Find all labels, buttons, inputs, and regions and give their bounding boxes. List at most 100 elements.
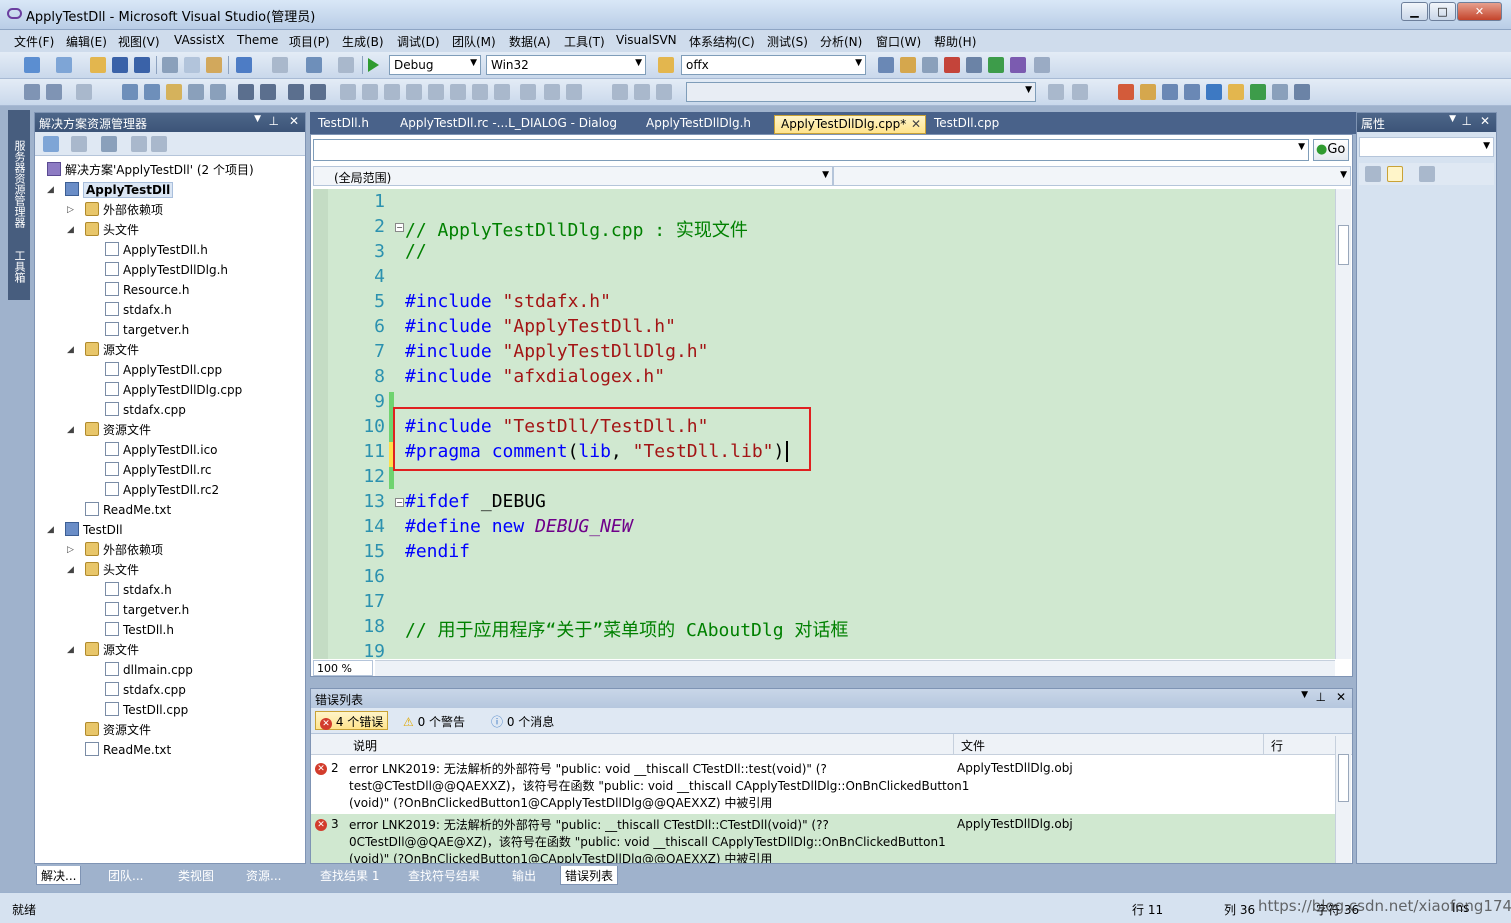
close-icon[interactable]: ✕ [1336,690,1346,704]
decrease-indent-icon[interactable] [238,84,254,100]
column-file[interactable]: 文件 [961,737,985,754]
tree-solution[interactable]: 解决方案'ApplyTestDll' (2 个项目) [47,161,254,181]
collapse-icon[interactable]: ◢ [67,645,74,655]
tab-resource-view[interactable]: 资源... [242,866,285,885]
tree-item[interactable]: ReadMe.txt [85,501,171,521]
bookmark-icon[interactable] [340,84,356,100]
tab-testdll-h[interactable]: TestDll.h [312,115,375,134]
tree-item[interactable]: targetver.h [105,601,189,621]
tab-applytestdlldlg-h[interactable]: ApplyTestDllDlg.h [640,115,757,134]
extension-manager-icon[interactable] [1010,57,1026,73]
close-icon[interactable]: ✕ [289,114,299,128]
start-page-icon[interactable] [988,57,1004,73]
toolbar-icon-18[interactable] [1072,84,1088,100]
tree-item[interactable]: stdafx.cpp [105,401,186,421]
properties-icon[interactable] [922,57,938,73]
pin-icon[interactable]: ⊥ [269,114,279,128]
dropdown-icon[interactable]: ▼ [1301,690,1308,700]
scrollbar-thumb[interactable] [1338,754,1349,802]
scope-dropdown[interactable]: (全局范围) ▼ [313,166,833,186]
tree-item[interactable]: 资源文件 [85,421,151,441]
comment-icon[interactable] [288,84,304,100]
save-all-icon[interactable] [134,57,150,73]
arrow-down-icon[interactable] [544,84,560,100]
close-icon[interactable]: ✕ [911,117,921,131]
va-icon-4[interactable] [1184,84,1200,100]
tree-item[interactable]: ApplyTestDll.h [105,241,208,261]
tree-item[interactable]: TestDll.h [105,621,174,641]
toolbar-icon-12[interactable] [494,84,510,100]
tree-item[interactable]: TestDll.cpp [105,701,188,721]
copy-icon[interactable] [184,57,200,73]
toolbar-icon-11[interactable] [472,84,488,100]
menu-test[interactable]: 测试(S) [767,33,808,50]
dropdown-icon[interactable]: ▼ [254,114,261,124]
tree-item[interactable]: 头文件 [85,561,139,581]
expand-icon[interactable]: ▷ [67,545,74,555]
tab-applytestdlldlg-cpp[interactable]: ApplyTestDllDlg.cpp* ✕ [774,115,926,134]
va-icon-5[interactable] [1206,84,1222,100]
undo-icon[interactable] [236,57,252,73]
tree-item[interactable]: 外部依赖项 [85,201,163,221]
tree-item[interactable]: ApplyTestDllDlg.cpp [105,381,242,401]
toolbox-tab[interactable]: 工具箱 [11,250,27,283]
va-icon-1[interactable] [1118,84,1134,100]
tree-project-applytestdll[interactable]: ApplyTestDll [65,181,174,201]
scrollbar-thumb[interactable] [1338,225,1349,265]
va-icon-3[interactable] [1162,84,1178,100]
categorized-icon[interactable] [1365,166,1381,182]
menu-edit[interactable]: 编辑(E) [66,33,107,50]
increase-indent-icon[interactable] [260,84,276,100]
menu-file[interactable]: 文件(F) [14,33,54,50]
maximize-button[interactable]: □ [1429,2,1456,21]
find-in-files-icon[interactable] [658,57,674,73]
toolbar-icon-13[interactable] [520,84,536,100]
collapse-icon[interactable]: ◢ [47,185,54,195]
tree-item[interactable]: ApplyTestDll.ico [105,441,218,461]
new-project-icon[interactable] [24,57,40,73]
pin-icon[interactable]: ⊥ [1316,690,1326,704]
tree-item[interactable]: 资源文件 [85,721,151,741]
va-icon-2[interactable] [1140,84,1156,100]
solution-explorer-icon[interactable] [900,57,916,73]
menu-theme[interactable]: Theme [237,33,278,47]
toolbar-icon-5[interactable] [144,84,160,100]
toolbar-empty-combo[interactable]: ▼ [686,82,1036,102]
properties-icon[interactable] [43,136,59,152]
tree-project-testdll[interactable]: TestDll [65,521,123,541]
toolbar-icon-2[interactable] [46,84,62,100]
open-folder-icon[interactable] [90,57,106,73]
toolbox-icon[interactable] [966,57,982,73]
tree-item[interactable]: ApplyTestDll.rc2 [105,481,219,501]
table-row[interactable]: ✕ 3 error LNK2019: 无法解析的外部符号 "public: __… [311,814,1335,863]
find-icon[interactable] [878,57,894,73]
tree-item[interactable]: ApplyTestDllDlg.h [105,261,228,281]
tab-team-explorer[interactable]: 团队... [104,866,147,885]
toolbar-icon-10[interactable] [450,84,466,100]
toolbar-icon-9[interactable] [428,84,444,100]
column-line[interactable]: 行 [1271,737,1283,754]
collapse-icon[interactable]: ◢ [67,225,74,235]
menu-data[interactable]: 数据(A) [509,33,551,50]
tree-item[interactable]: 源文件 [85,641,139,661]
configuration-combo[interactable]: Debug ▼ [389,55,481,75]
collapse-icon[interactable]: ◢ [67,345,74,355]
object-browser-icon[interactable] [944,57,960,73]
errors-filter-button[interactable]: ✕ 4 个错误 [315,711,389,730]
redo-icon[interactable] [272,57,288,73]
command-window-icon[interactable] [1034,57,1050,73]
code-area[interactable]: 1 2 3 4 5 6 7 8 9 10 11 12 13 14 15 16 1… [313,189,1336,659]
close-icon[interactable]: ✕ [1480,114,1490,128]
start-debugging-icon[interactable] [368,58,379,72]
tab-applytestdll-rc[interactable]: ApplyTestDll.rc -...L_DIALOG - Dialog [394,115,623,134]
column-description[interactable]: 说明 [353,737,377,754]
editor-vertical-scrollbar[interactable] [1335,189,1351,659]
bookmark-next-icon[interactable] [384,84,400,100]
tab-find-results[interactable]: 查找结果 1 [316,866,383,885]
toolbar-icon-4[interactable] [122,84,138,100]
error-list-scrollbar[interactable] [1335,736,1351,863]
collapse-icon[interactable]: ◢ [47,525,54,535]
menu-help[interactable]: 帮助(H) [934,33,976,50]
tree-item[interactable]: 源文件 [85,341,139,361]
menu-debug[interactable]: 调试(D) [397,33,440,50]
